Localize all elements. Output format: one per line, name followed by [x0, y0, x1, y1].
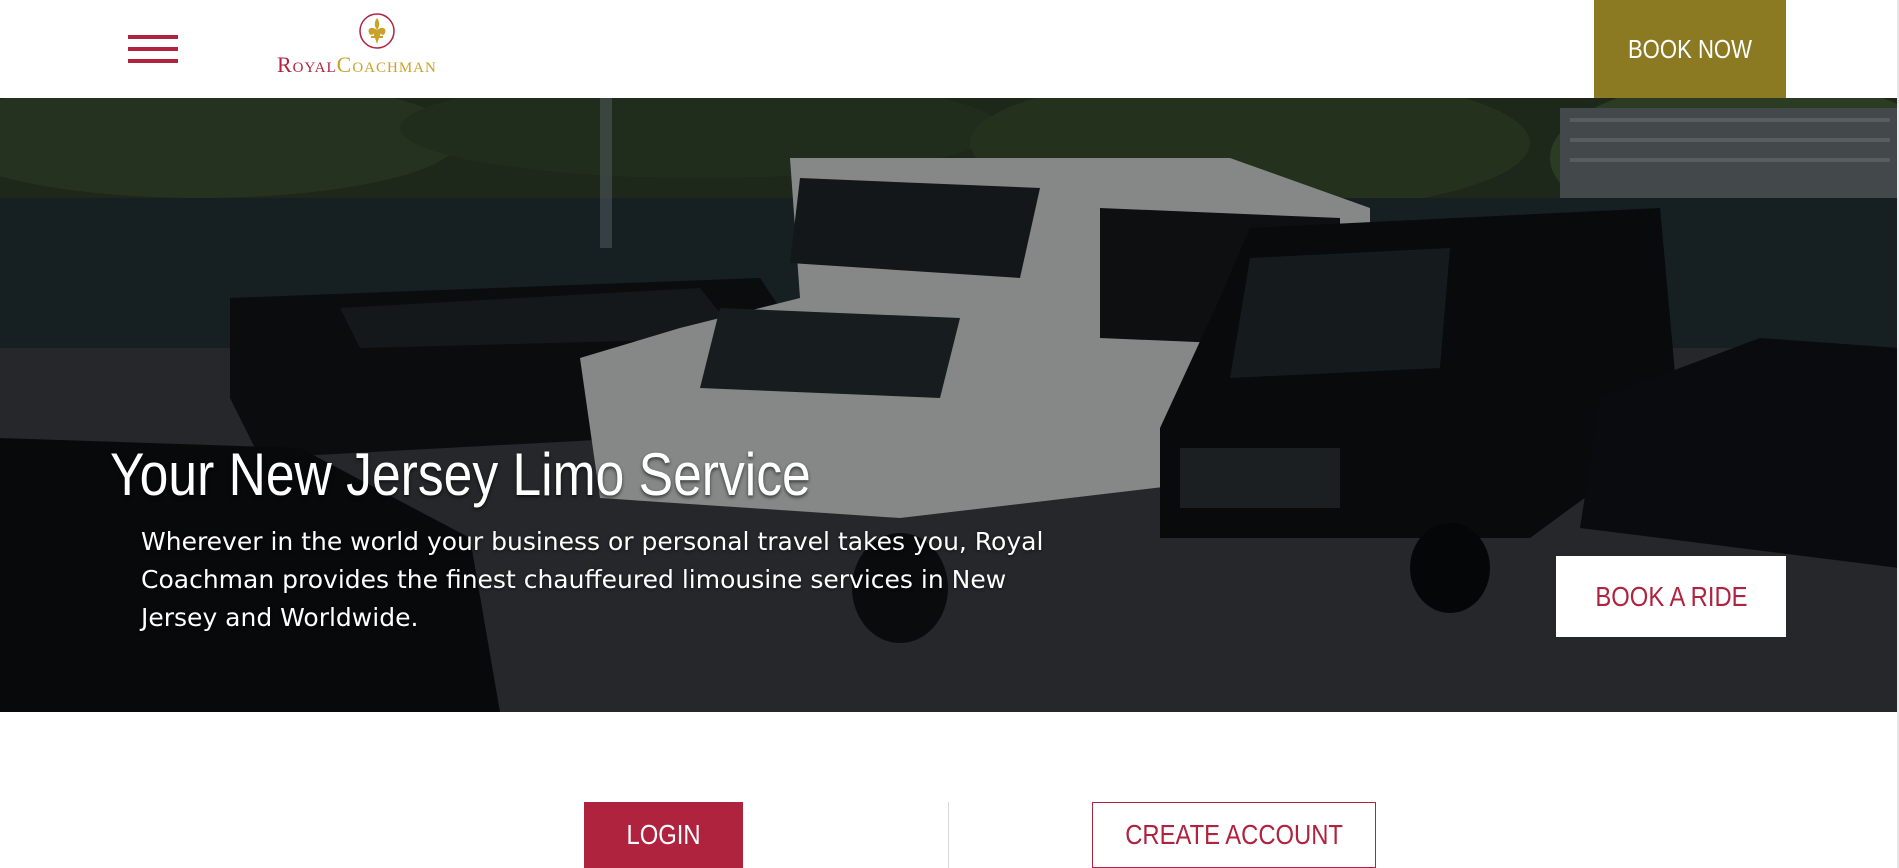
site-header: RoyalCoachman BOOK NOW [0, 0, 1899, 98]
hero-banner: Your New Jersey Limo Service Wherever in… [0, 98, 1899, 712]
create-account-label: CREATE ACCOUNT [1125, 819, 1343, 850]
hero-title: Your New Jersey Limo Service [110, 441, 811, 508]
hero-description: Wherever in the world your business or p… [141, 527, 1044, 632]
menu-bar [128, 59, 178, 63]
logo-wordmark: RoyalCoachman [277, 52, 437, 78]
menu-bar [128, 47, 178, 51]
hamburger-menu-icon[interactable] [128, 33, 178, 66]
logo-coachman: Coachman [336, 52, 437, 77]
login-label: LOGIN [626, 819, 701, 850]
logo-royal: Royal [277, 52, 337, 77]
book-now-label: BOOK NOW [1627, 33, 1753, 64]
book-a-ride-button[interactable]: BOOK A RIDE [1556, 556, 1786, 637]
fleur-de-lis-icon [359, 13, 395, 49]
book-now-button[interactable]: BOOK NOW [1594, 0, 1786, 98]
auth-divider [948, 802, 949, 868]
site-logo[interactable]: RoyalCoachman [270, 12, 485, 78]
book-a-ride-label: BOOK A RIDE [1594, 580, 1748, 612]
create-account-button[interactable]: CREATE ACCOUNT [1092, 802, 1376, 868]
login-button[interactable]: LOGIN [584, 802, 743, 868]
menu-bar [128, 35, 178, 39]
